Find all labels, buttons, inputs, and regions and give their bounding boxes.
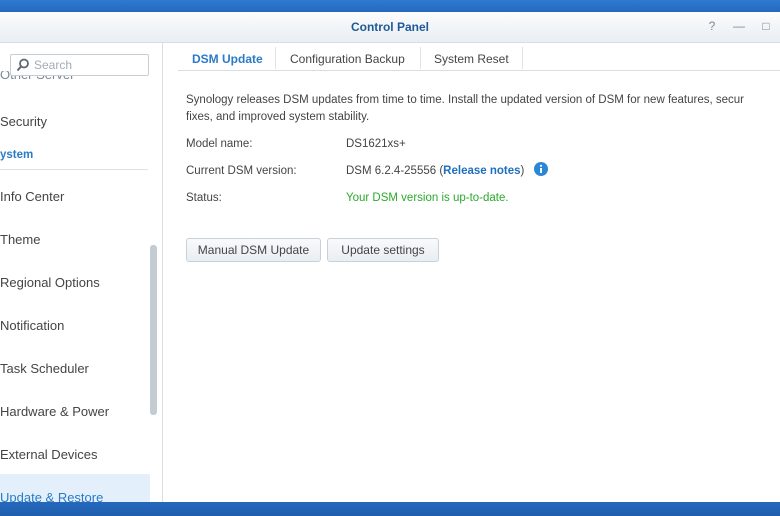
release-notes-link[interactable]: Release notes xyxy=(443,165,520,177)
search-icon xyxy=(16,58,29,72)
manual-dsm-update-button[interactable]: Manual DSM Update xyxy=(186,238,321,262)
sidebar-item-notification[interactable]: Notification xyxy=(0,318,64,333)
info-icon[interactable] xyxy=(534,162,548,176)
update-description: Synology releases DSM updates from time … xyxy=(186,92,780,126)
status-label: Status: xyxy=(186,192,222,204)
sidebar-item-hardware-power[interactable]: Hardware & Power xyxy=(0,404,109,419)
sidebar-item-regional-options[interactable]: Regional Options xyxy=(0,275,100,290)
dsm-version-label: Current DSM version: xyxy=(186,165,297,177)
sidebar-item-info-center[interactable]: Info Center xyxy=(0,189,64,204)
tab-separator xyxy=(275,47,276,69)
description-line: Synology releases DSM updates from time … xyxy=(186,94,745,106)
tab-system-reset[interactable]: System Reset xyxy=(434,52,509,66)
sidebar-scrollbar[interactable] xyxy=(150,245,157,415)
status-value: Your DSM version is up-to-date. xyxy=(346,192,509,204)
dsm-version-text: DSM 6.2.4-25556 ( xyxy=(346,165,444,177)
minimize-icon[interactable]: — xyxy=(731,18,747,34)
sidebar-item-update-restore[interactable]: Update & Restore xyxy=(0,490,103,502)
tab-separator xyxy=(420,47,421,69)
search-input[interactable] xyxy=(34,57,142,73)
dsm-version-close: ) xyxy=(520,165,525,177)
window-title: Control Panel xyxy=(350,20,429,34)
search-box[interactable] xyxy=(10,54,149,76)
sidebar-item-external-devices[interactable]: External Devices xyxy=(0,447,98,462)
dsm-version-value: DSM 6.2.4-25556 (Release notes) xyxy=(346,165,524,177)
tab-dsm-update[interactable]: DSM Update xyxy=(192,52,263,66)
tab-bar: DSM Update Configuration Backup System R… xyxy=(178,43,780,71)
help-icon[interactable]: ? xyxy=(704,18,720,34)
model-name-value: DS1621xs+ xyxy=(346,138,406,150)
tab-configuration-backup[interactable]: Configuration Backup xyxy=(290,52,405,66)
model-name-label: Model name: xyxy=(186,138,253,150)
desktop-top-strip xyxy=(0,0,780,12)
tab-separator xyxy=(522,47,523,69)
update-settings-button[interactable]: Update settings xyxy=(327,238,439,262)
sidebar: Other Server Security ystem Info Center … xyxy=(0,43,163,502)
control-panel-window: Control Panel ? — □ Other Server Securit… xyxy=(0,12,780,502)
sidebar-section-system: ystem xyxy=(0,149,34,161)
sidebar-item-task-scheduler[interactable]: Task Scheduler xyxy=(0,361,89,376)
desktop-bottom-strip xyxy=(0,502,780,516)
sidebar-item-security[interactable]: Security xyxy=(0,114,47,129)
sidebar-divider xyxy=(0,169,148,170)
maximize-icon[interactable]: □ xyxy=(758,18,774,34)
sidebar-item-theme[interactable]: Theme xyxy=(0,232,40,247)
main-panel: DSM Update Configuration Backup System R… xyxy=(163,43,780,502)
title-bar: Control Panel ? — □ xyxy=(0,12,780,43)
description-line: fixes, and improved system stability. xyxy=(186,111,370,123)
